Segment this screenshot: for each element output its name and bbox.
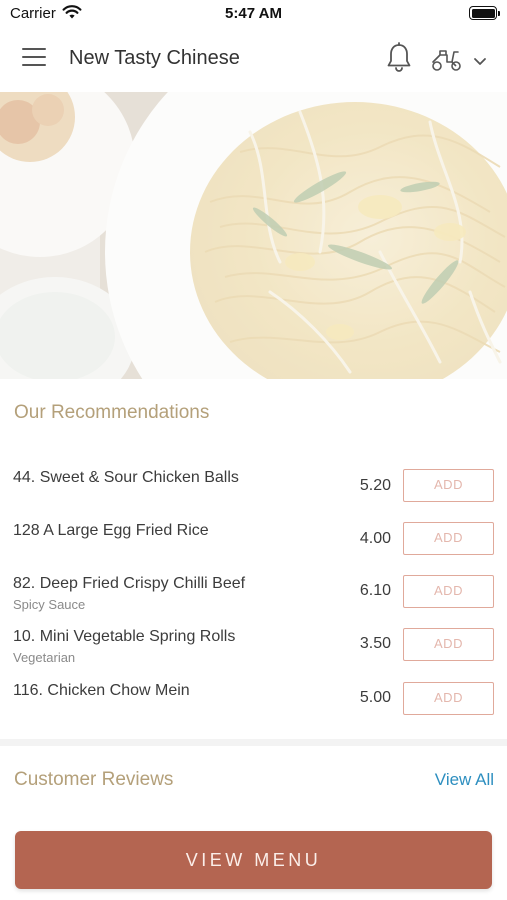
section-divider xyxy=(0,739,507,746)
menu-item: 82. Deep Fried Crispy Chilli Beef Spicy … xyxy=(0,575,507,625)
item-price: 5.20 xyxy=(359,477,391,494)
item-price: 6.10 xyxy=(359,582,391,599)
item-price: 5.00 xyxy=(359,689,391,706)
view-menu-button[interactable]: VIEW MENU xyxy=(15,831,492,889)
bell-icon[interactable] xyxy=(384,42,414,74)
item-name: 128 A Large Egg Fried Rice xyxy=(13,522,209,539)
item-name: 10. Mini Vegetable Spring Rolls xyxy=(13,628,236,645)
item-description: Spicy Sauce xyxy=(13,597,86,612)
add-button[interactable]: ADD xyxy=(403,575,494,608)
item-price: 4.00 xyxy=(359,530,391,547)
status-time: 5:47 AM xyxy=(225,5,282,22)
menu-icon[interactable] xyxy=(22,48,48,70)
hero-food-image xyxy=(0,92,507,379)
status-bar: Carrier 5:47 AM xyxy=(0,0,507,28)
menu-item: 10. Mini Vegetable Spring Rolls Vegetari… xyxy=(0,628,507,678)
item-description: Vegetarian xyxy=(13,650,76,665)
item-name: 116. Chicken Chow Mein xyxy=(13,682,190,699)
recommendations-title: Our Recommendations xyxy=(14,402,210,423)
add-button[interactable]: ADD xyxy=(403,469,494,502)
add-button[interactable]: ADD xyxy=(403,682,494,715)
view-all-reviews-link[interactable]: View All xyxy=(435,770,494,790)
item-name: 44. Sweet & Sour Chicken Balls xyxy=(13,469,239,486)
menu-item: 128 A Large Egg Fried Rice 4.00 ADD xyxy=(0,522,507,572)
item-name: 82. Deep Fried Crispy Chilli Beef xyxy=(13,575,246,592)
item-price: 3.50 xyxy=(359,635,391,652)
scooter-icon[interactable] xyxy=(430,47,464,73)
add-button[interactable]: ADD xyxy=(403,628,494,661)
restaurant-title: New Tasty Chinese xyxy=(69,47,240,69)
menu-item: 116. Chicken Chow Mein 5.00 ADD xyxy=(0,682,507,732)
reviews-title: Customer Reviews xyxy=(14,769,174,790)
battery-icon xyxy=(469,6,500,20)
app-header: New Tasty Chinese xyxy=(0,28,507,92)
menu-item: 44. Sweet & Sour Chicken Balls 5.20 ADD xyxy=(0,469,507,519)
chevron-down-icon[interactable] xyxy=(472,54,488,66)
add-button[interactable]: ADD xyxy=(403,522,494,555)
